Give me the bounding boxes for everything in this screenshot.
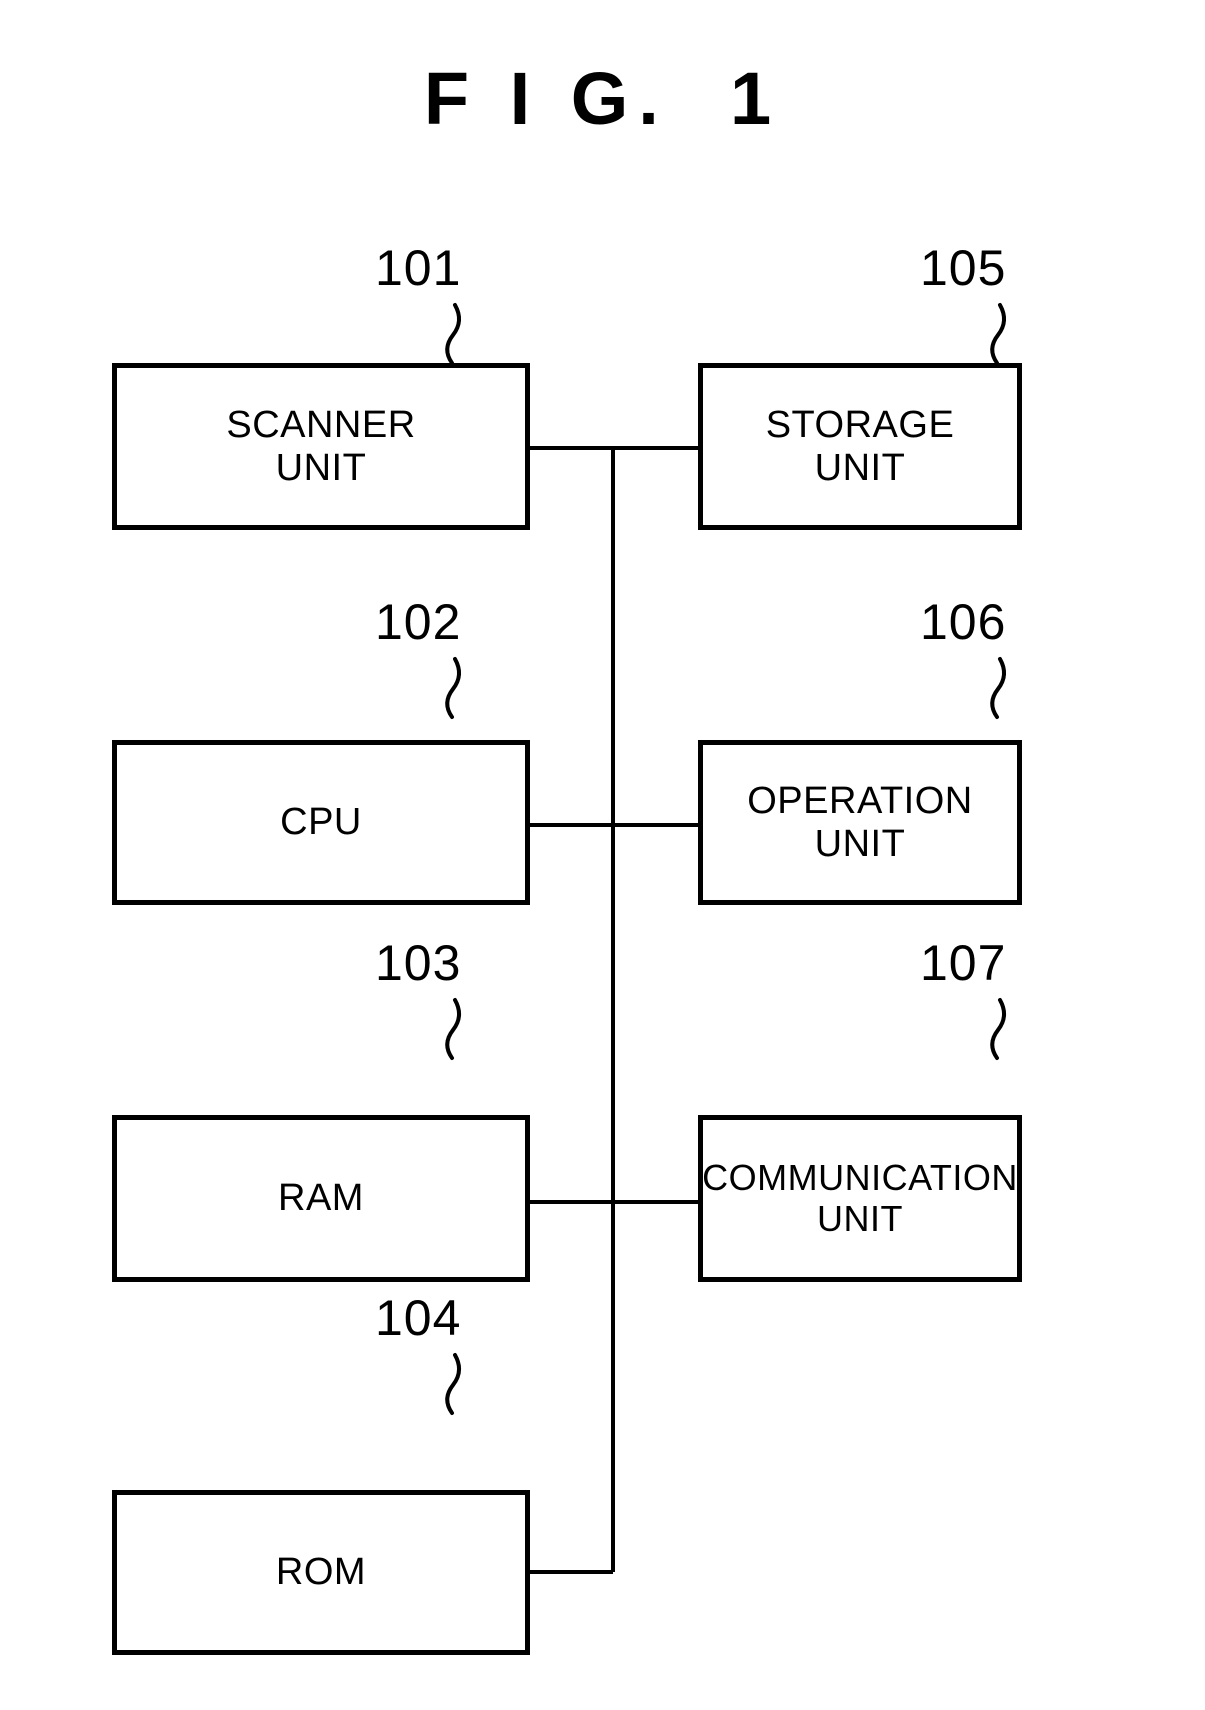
block-label-communication-unit: COMMUNICATION UNIT [702, 1157, 1018, 1239]
ref-numeral-101: 101 [375, 240, 462, 296]
ref-numeral-106: 106 [920, 594, 1007, 650]
ref-numeral-103: 103 [375, 935, 462, 991]
block-label-storage-unit: STORAGE UNIT [765, 403, 955, 489]
ref-numeral-107: 107 [920, 935, 1007, 991]
leader-line-103 [445, 998, 461, 1060]
block-label-rom: ROM [275, 1551, 367, 1594]
leader-line-106 [990, 657, 1006, 719]
block-cpu: CPU [112, 740, 530, 905]
leader-line-105 [990, 303, 1006, 365]
figure-title: F I G. 1 [423, 57, 782, 140]
leader-line-102 [445, 657, 461, 719]
ref-numeral-104: 104 [375, 1290, 462, 1346]
patent-figure: F I G. 1 101 105 102 106 103 107 104 SCA… [0, 0, 1205, 1710]
block-communication-unit: COMMUNICATION UNIT [698, 1115, 1022, 1282]
block-label-scanner-unit: SCANNER UNIT [226, 403, 416, 489]
block-label-operation-unit: OPERATION UNIT [747, 779, 973, 865]
ref-numeral-102: 102 [375, 594, 462, 650]
block-operation-unit: OPERATION UNIT [698, 740, 1022, 905]
leader-line-104 [445, 1353, 461, 1415]
leader-line-107 [990, 998, 1006, 1060]
block-rom: ROM [112, 1490, 530, 1655]
block-label-cpu: CPU [280, 801, 362, 844]
leader-line-101 [445, 303, 461, 365]
block-scanner-unit: SCANNER UNIT [112, 363, 530, 530]
block-storage-unit: STORAGE UNIT [698, 363, 1022, 530]
block-ram: RAM [112, 1115, 530, 1282]
block-label-ram: RAM [278, 1177, 364, 1220]
ref-numeral-105: 105 [920, 240, 1007, 296]
